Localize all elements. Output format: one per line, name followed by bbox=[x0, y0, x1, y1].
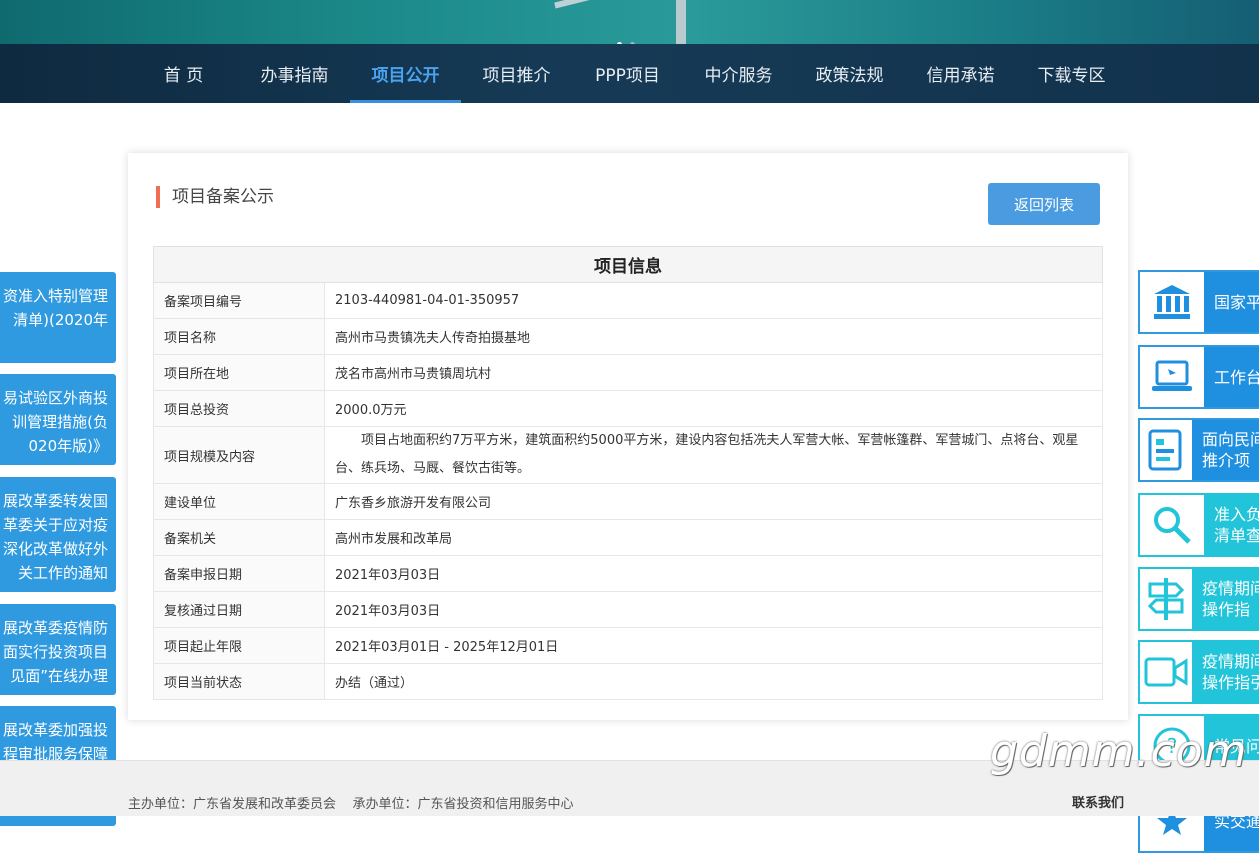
quick-link-label: 疫情期间 操作指引 bbox=[1191, 642, 1259, 702]
field-label: 备案机关 bbox=[153, 519, 325, 556]
field-value: 2021年03月03日 bbox=[324, 591, 1103, 628]
quick-link-item[interactable]: 疫情期间 操作指 bbox=[1138, 567, 1259, 631]
field-value: 2021年03月01日 - 2025年12月01日 bbox=[324, 627, 1103, 664]
field-value: 高州市发展和改革局 bbox=[324, 519, 1103, 556]
field-label: 备案申报日期 bbox=[153, 555, 325, 592]
nav-list: 首 页 办事指南 项目公开 项目推介 PPP项目 中介服务 政策法规 信用承诺 … bbox=[128, 44, 1127, 103]
field-label: 建设单位 bbox=[153, 483, 325, 520]
field-label: 项目总投资 bbox=[153, 390, 325, 427]
field-value: 项目占地面积约7万平方米，建筑面积约5000平方米，建设内容包括冼夫人军营大帐、… bbox=[324, 426, 1103, 484]
project-info-table: 项目信息 备案项目编号 2103-440981-04-01-350957 项目名称高… bbox=[153, 246, 1103, 700]
bridge-image bbox=[554, 0, 826, 44]
field-value: 茂名市高州市马贵镇周坑村 bbox=[324, 354, 1103, 391]
table-row: 项目当前状态 办结（通过） bbox=[153, 663, 1103, 700]
nav-item-download[interactable]: 下载专区 bbox=[1016, 44, 1127, 103]
nav-item-agency-service[interactable]: 中介服务 bbox=[683, 44, 794, 103]
nav-item-home[interactable]: 首 页 bbox=[128, 44, 239, 103]
laptop-icon bbox=[1140, 347, 1204, 407]
back-to-list-button[interactable]: 返回列表 bbox=[988, 183, 1100, 225]
left-news-item[interactable]: 展改革委疫情防 面实行投资项目 见面”在线办理 bbox=[0, 604, 116, 695]
quick-link-label: 疫情期间 操作指 bbox=[1191, 569, 1259, 629]
video-camera-icon bbox=[1140, 642, 1192, 702]
quick-link-item[interactable]: 准入负 清单查 bbox=[1138, 493, 1259, 557]
footer-organizer: 主办单位：广东省发展和改革委员会 承办单位：广东省投资和信用服务中心 bbox=[128, 797, 574, 812]
table-row: 项目所在地 茂名市高州市马贵镇周坑村 bbox=[153, 354, 1103, 391]
field-label: 项目所在地 bbox=[153, 354, 325, 391]
quick-link-label: 准入负 清单查 bbox=[1204, 495, 1259, 555]
table-row: 复核通过日期 2021年03月03日 bbox=[153, 591, 1103, 628]
left-news-item[interactable]: 易试验区外商投 训管理措施(负 020年版)》 bbox=[0, 374, 116, 465]
signpost-icon bbox=[1140, 569, 1192, 629]
table-row: 备案项目编号 2103-440981-04-01-350957 bbox=[153, 282, 1103, 319]
table-row: 项目总投资 2000.0万元 bbox=[153, 390, 1103, 427]
main-navigation: 首 页 办事指南 项目公开 项目推介 PPP项目 中介服务 政策法规 信用承诺 … bbox=[0, 44, 1259, 103]
bank-icon bbox=[1140, 272, 1204, 332]
project-info-rows: 备案项目编号 2103-440981-04-01-350957 项目名称 高州市马贵镇… bbox=[153, 282, 1103, 700]
nav-item-ppp[interactable]: PPP项目 bbox=[572, 44, 683, 103]
table-row: 项目名称 高州市马贵镇冼夫人传奇拍摄基地 bbox=[153, 318, 1103, 355]
quick-link-item[interactable]: 工作台 bbox=[1138, 345, 1259, 409]
field-value: 高州市马贵镇冼夫人传奇拍摄基地 bbox=[324, 318, 1103, 355]
quick-link-label: 面向民间 推介项 bbox=[1191, 420, 1259, 480]
nav-item-credit[interactable]: 信用承诺 bbox=[905, 44, 1016, 103]
table-row: 备案申报日期 2021年03月03日 bbox=[153, 555, 1103, 592]
table-row: 项目起止年限 2021年03月01日 - 2025年12月01日 bbox=[153, 627, 1103, 664]
bridge-tower-image bbox=[676, 0, 686, 44]
quick-link-item[interactable]: 国家平 bbox=[1138, 270, 1259, 334]
nav-item-policy[interactable]: 政策法规 bbox=[794, 44, 905, 103]
search-icon bbox=[1140, 495, 1204, 555]
left-news-item[interactable]: 展改革委转发国 革委关于应对疫 深化改革做好外 关工作的通知 bbox=[0, 477, 116, 592]
quick-link-item[interactable]: 疫情期间 操作指引 bbox=[1138, 640, 1259, 704]
nav-item-guide[interactable]: 办事指南 bbox=[239, 44, 350, 103]
field-value: 2000.0万元 bbox=[324, 390, 1103, 427]
field-label: 项目当前状态 bbox=[153, 663, 325, 700]
quick-link-label: 工作台 bbox=[1204, 347, 1259, 407]
page-title: 项目备案公示 bbox=[156, 186, 274, 208]
field-label: 复核通过日期 bbox=[153, 591, 325, 628]
quick-link-label: 国家平 bbox=[1204, 272, 1259, 332]
table-title: 项目信息 bbox=[153, 246, 1103, 283]
nav-item-project-promotion[interactable]: 项目推介 bbox=[461, 44, 572, 103]
header-banner bbox=[0, 0, 1259, 44]
field-value: 广东香乡旅游开发有限公司 bbox=[324, 483, 1103, 520]
project-record-card: 项目备案公示 返回列表 项目信息 备案项目编号 2103-440981-04-01… bbox=[128, 153, 1128, 720]
table-row: 项目规模及内容 项目占地面积约7万平方米，建筑面积约5000平方米，建设内容包括冼… bbox=[153, 426, 1103, 484]
contact-us-link[interactable]: 联系我们 bbox=[1072, 792, 1124, 811]
table-row: 建设单位 广东香乡旅游开发有限公司 bbox=[153, 483, 1103, 520]
field-label: 备案项目编号 bbox=[153, 282, 325, 319]
field-label: 项目起止年限 bbox=[153, 627, 325, 664]
left-news-item[interactable]: 资准入特别管理 清单)(2020年 bbox=[0, 272, 116, 363]
watermark: gdmm.com bbox=[990, 726, 1248, 777]
field-value: 2021年03月03日 bbox=[324, 555, 1103, 592]
quick-link-item[interactable]: 面向民间 推介项 bbox=[1138, 418, 1259, 482]
field-label: 项目规模及内容 bbox=[153, 426, 325, 484]
field-label: 项目名称 bbox=[153, 318, 325, 355]
table-row: 备案机关 高州市发展和改革局 bbox=[153, 519, 1103, 556]
field-value: 2103-440981-04-01-350957 bbox=[324, 282, 1103, 319]
field-value: 办结（通过） bbox=[324, 663, 1103, 700]
nav-item-project-public[interactable]: 项目公开 bbox=[350, 44, 461, 103]
document-list-icon bbox=[1140, 420, 1192, 480]
